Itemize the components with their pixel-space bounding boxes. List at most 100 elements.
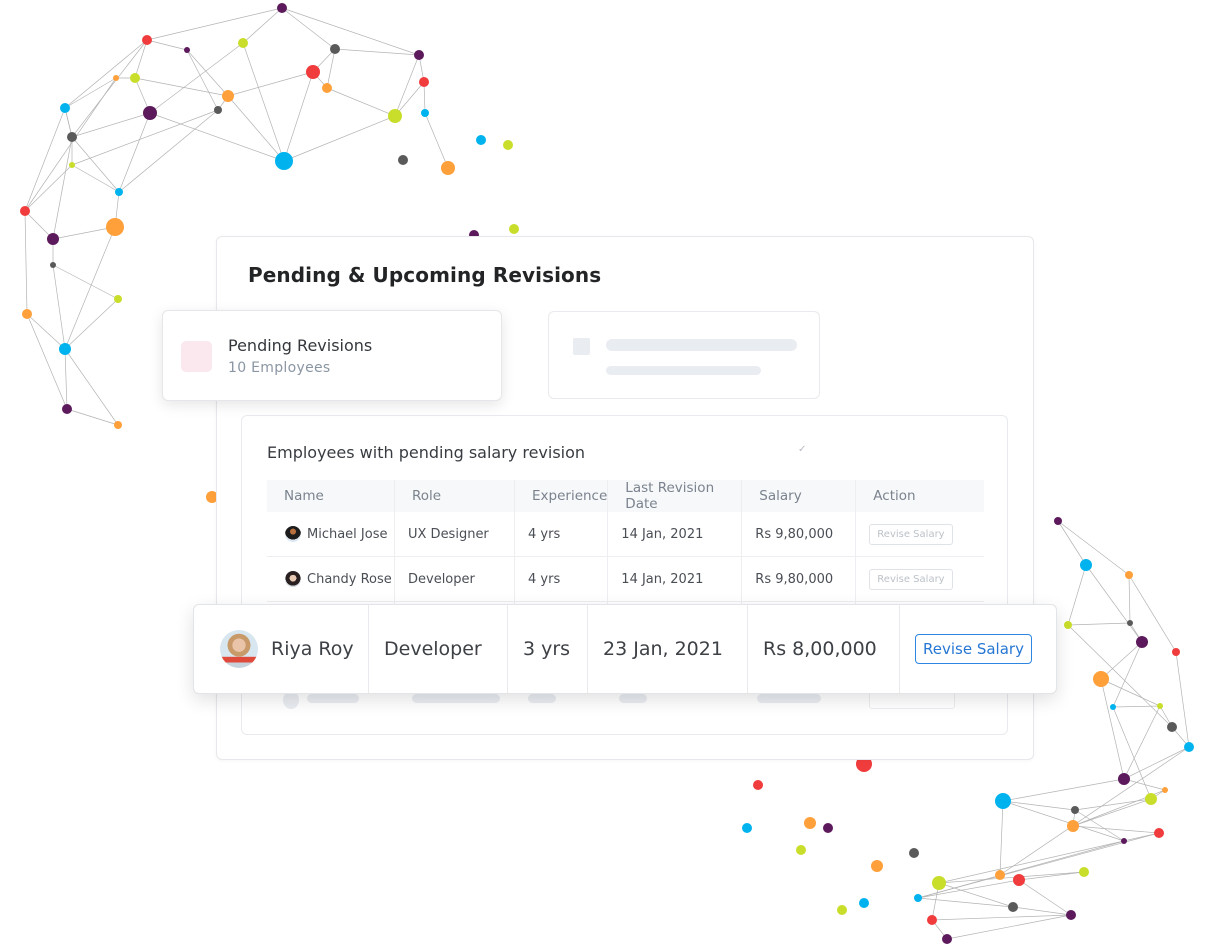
network-node: [115, 188, 123, 196]
network-edge: [1074, 798, 1152, 811]
network-node: [1184, 742, 1194, 752]
network-edge: [64, 77, 117, 109]
employee-experience: 4 yrs: [514, 556, 609, 602]
network-edge: [999, 746, 1190, 876]
network-node: [1066, 910, 1076, 920]
network-edge: [1100, 641, 1143, 680]
network-edge: [24, 107, 66, 212]
pending-revisions-count: 10 Employees: [228, 360, 331, 376]
network-edge: [1057, 520, 1130, 576]
column-header-last-revision-date[interactable]: Last Revision Date: [607, 480, 743, 512]
revise-salary-button[interactable]: Revise Salary: [869, 568, 953, 590]
network-edge: [149, 112, 285, 162]
network-node: [1154, 828, 1164, 838]
network-node: [476, 135, 486, 145]
network-node: [995, 870, 1005, 880]
network-edge: [1057, 520, 1087, 566]
network-node: [238, 38, 248, 48]
network-edge: [26, 313, 66, 350]
skeleton-line: [606, 339, 797, 351]
network-edge: [52, 226, 116, 240]
column-header-name[interactable]: Name: [267, 480, 395, 512]
network-node: [441, 161, 455, 175]
table-panel-title: Employees with pending salary revision: [267, 443, 586, 462]
network-edge: [26, 313, 68, 410]
revise-salary-button[interactable]: Revise Salary: [869, 523, 953, 545]
network-node: [214, 106, 222, 114]
revise-salary-button[interactable]: Revise Salary: [915, 634, 1032, 664]
network-node: [222, 90, 234, 102]
column-header-experience[interactable]: Experience: [514, 480, 609, 512]
network-edge: [326, 87, 396, 117]
network-node: [1071, 806, 1079, 814]
network-node: [837, 905, 847, 915]
column-header-role[interactable]: Role: [394, 480, 515, 512]
network-edge: [52, 264, 119, 300]
network-edge: [66, 408, 119, 426]
network-node: [804, 817, 816, 829]
avatar-michael-jose: [285, 526, 301, 542]
employee-last-revision: 23 Jan, 2021: [588, 605, 748, 693]
employee-salary: Rs 9,80,000: [741, 556, 857, 602]
skeleton-line: [757, 694, 821, 703]
network-edge: [281, 7, 420, 56]
employee-experience: 3 yrs: [508, 605, 588, 693]
network-edge: [1072, 798, 1152, 827]
network-node: [114, 421, 122, 429]
table-row: Michael Jose UX Designer 4 yrs 14 Jan, 2…: [267, 512, 984, 557]
network-node: [60, 103, 70, 113]
network-edge: [1085, 564, 1143, 643]
network-node: [859, 898, 869, 908]
network-node: [1121, 838, 1127, 844]
pending-revisions-card[interactable]: Pending Revisions 10 Employees: [162, 310, 502, 401]
network-node: [927, 915, 937, 925]
network-edge: [1002, 800, 1125, 842]
network-edge: [24, 210, 28, 315]
network-node: [509, 224, 519, 234]
network-edge: [999, 800, 1004, 876]
network-node: [50, 262, 56, 268]
network-edge: [71, 136, 120, 193]
avatar-chandy-rose: [285, 571, 301, 587]
network-edge: [118, 109, 219, 193]
network-edge: [1128, 574, 1131, 624]
network-node: [1064, 621, 1072, 629]
skeleton-summary-card: [548, 311, 820, 399]
network-edge: [394, 54, 420, 117]
employee-action-cell: Revise Salary: [900, 605, 1056, 693]
employee-last-revision: 14 Jan, 2021: [607, 512, 743, 557]
skeleton-line: [606, 366, 761, 375]
network-edge: [64, 226, 116, 350]
network-edge: [281, 7, 336, 50]
network-node: [143, 106, 157, 120]
network-node: [414, 50, 424, 60]
network-edge: [1100, 678, 1161, 707]
network-node: [275, 152, 293, 170]
network-node: [942, 934, 952, 944]
skeleton-icon: [573, 338, 590, 355]
network-node: [1127, 620, 1133, 626]
skeleton-line: [528, 694, 556, 703]
network-edge: [1100, 678, 1125, 780]
network-edge: [24, 164, 73, 212]
network-edge: [64, 348, 119, 426]
network-node: [62, 404, 72, 414]
network-edge: [1112, 705, 1161, 708]
network-edge: [326, 48, 336, 89]
network-edge: [1067, 622, 1131, 626]
network-node: [742, 823, 752, 833]
employee-last-revision: 14 Jan, 2021: [607, 556, 743, 602]
network-node: [909, 848, 919, 858]
employee-salary: Rs 9,80,000: [741, 512, 857, 557]
employee-name-cell: Riya Roy: [194, 605, 369, 693]
network-node: [796, 845, 806, 855]
network-edge: [242, 42, 285, 162]
check-icon: ✓: [798, 444, 807, 455]
network-edge: [1072, 825, 1160, 834]
highlighted-employee-row[interactable]: Riya Roy Developer 3 yrs 23 Jan, 2021 Rs…: [193, 604, 1057, 694]
column-header-salary[interactable]: Salary: [741, 480, 857, 512]
avatar-riya-roy: [220, 630, 258, 668]
network-edge: [1123, 705, 1161, 780]
network-edge: [1123, 778, 1166, 791]
employee-name-cell: Chandy Rose: [267, 556, 395, 602]
